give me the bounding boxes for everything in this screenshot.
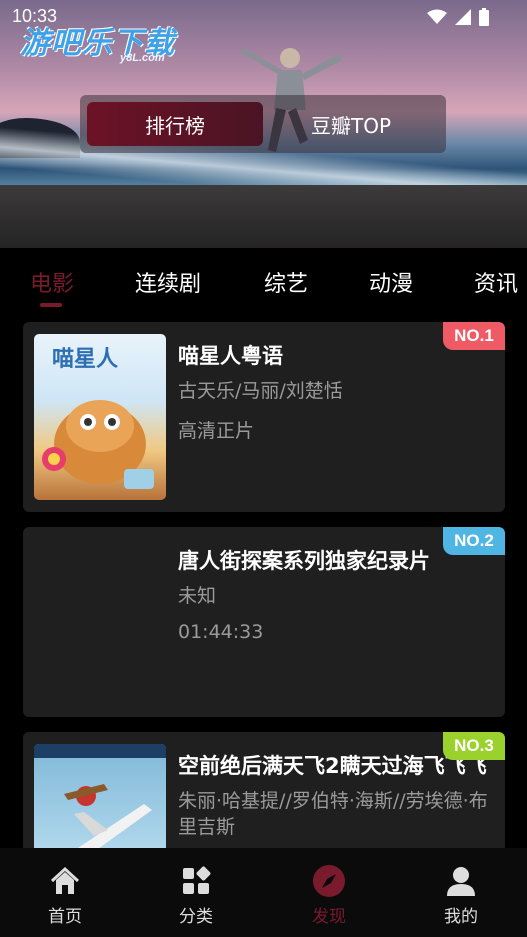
ranking-card-2[interactable]: 唐人街探案系列独家纪录片 未知 01:44:33 NO.2 [23,527,505,717]
blank-poster [34,539,166,705]
nav-discover-label: 发现 [312,907,346,927]
signal-icon [455,9,471,25]
card-actors: 古天乐/马丽/刘楚恬 [178,380,343,402]
segmented-control: 排行榜 豆瓣TOP [80,95,446,153]
battery-icon [479,8,489,26]
tab-anime[interactable]: 动漫 [369,266,413,298]
nav-home[interactable]: 首页 [25,864,105,927]
category-icon [183,866,211,894]
rank-badge: NO.1 [443,322,505,350]
card-actors: 朱丽·哈基提//罗伯特·海斯//劳埃德·布里吉斯 [178,790,488,838]
nav-discover[interactable]: 发现 [289,864,369,927]
rank-badge: NO.3 [443,732,505,760]
tab-news[interactable]: 资讯 [474,266,518,298]
beach [0,185,527,248]
nav-profile-label: 我的 [444,907,478,927]
segment-douban-top-button[interactable]: 豆瓣TOP [263,102,439,146]
card-meta: 01:44:33 [178,621,264,643]
hero-banner: 10:33 游吧乐下载 y8L.com 排行榜 豆瓣TOP [0,0,527,248]
cat-movie-poster: 喵星人 [34,334,166,500]
tab-series[interactable]: 连续剧 [135,266,201,298]
compass-icon [313,865,345,897]
nav-category-label: 分类 [179,907,213,927]
category-tabs: 电影 连续剧 综艺 动漫 资讯 [0,248,527,312]
ranking-card-1[interactable]: 喵星人 喵星人粤语 古天乐/马丽/刘楚恬 高清正片 NO.1 [23,322,505,512]
poster-art: 喵星人 [42,347,154,489]
wifi-icon [427,9,447,24]
card-meta: 高清正片 [178,420,255,442]
status-icons [427,8,489,26]
card-title: 唐人街探案系列独家纪录片 [178,549,430,573]
tab-indicator [40,303,62,307]
nav-category[interactable]: 分类 [156,864,236,927]
home-icon [50,866,80,894]
rank-badge: NO.2 [443,527,505,555]
poster-title: 喵星人 [52,347,118,372]
logo-subtext: y8L.com [120,52,165,64]
bottom-navigation: 首页 分类 发现 我的 [0,848,527,937]
tab-movie[interactable]: 电影 [30,266,74,298]
nav-home-label: 首页 [48,907,82,927]
tab-variety[interactable]: 综艺 [264,266,308,298]
card-actors: 未知 [178,585,217,607]
nav-profile[interactable]: 我的 [421,864,501,927]
card-title: 空前绝后满天飞2瞒天过海飞飞飞 [178,754,487,778]
app-logo: 游吧乐下载 y8L.com [20,18,175,64]
segment-ranking-button[interactable]: 排行榜 [87,102,263,146]
card-title: 喵星人粤语 [178,344,283,368]
user-icon [447,867,475,896]
